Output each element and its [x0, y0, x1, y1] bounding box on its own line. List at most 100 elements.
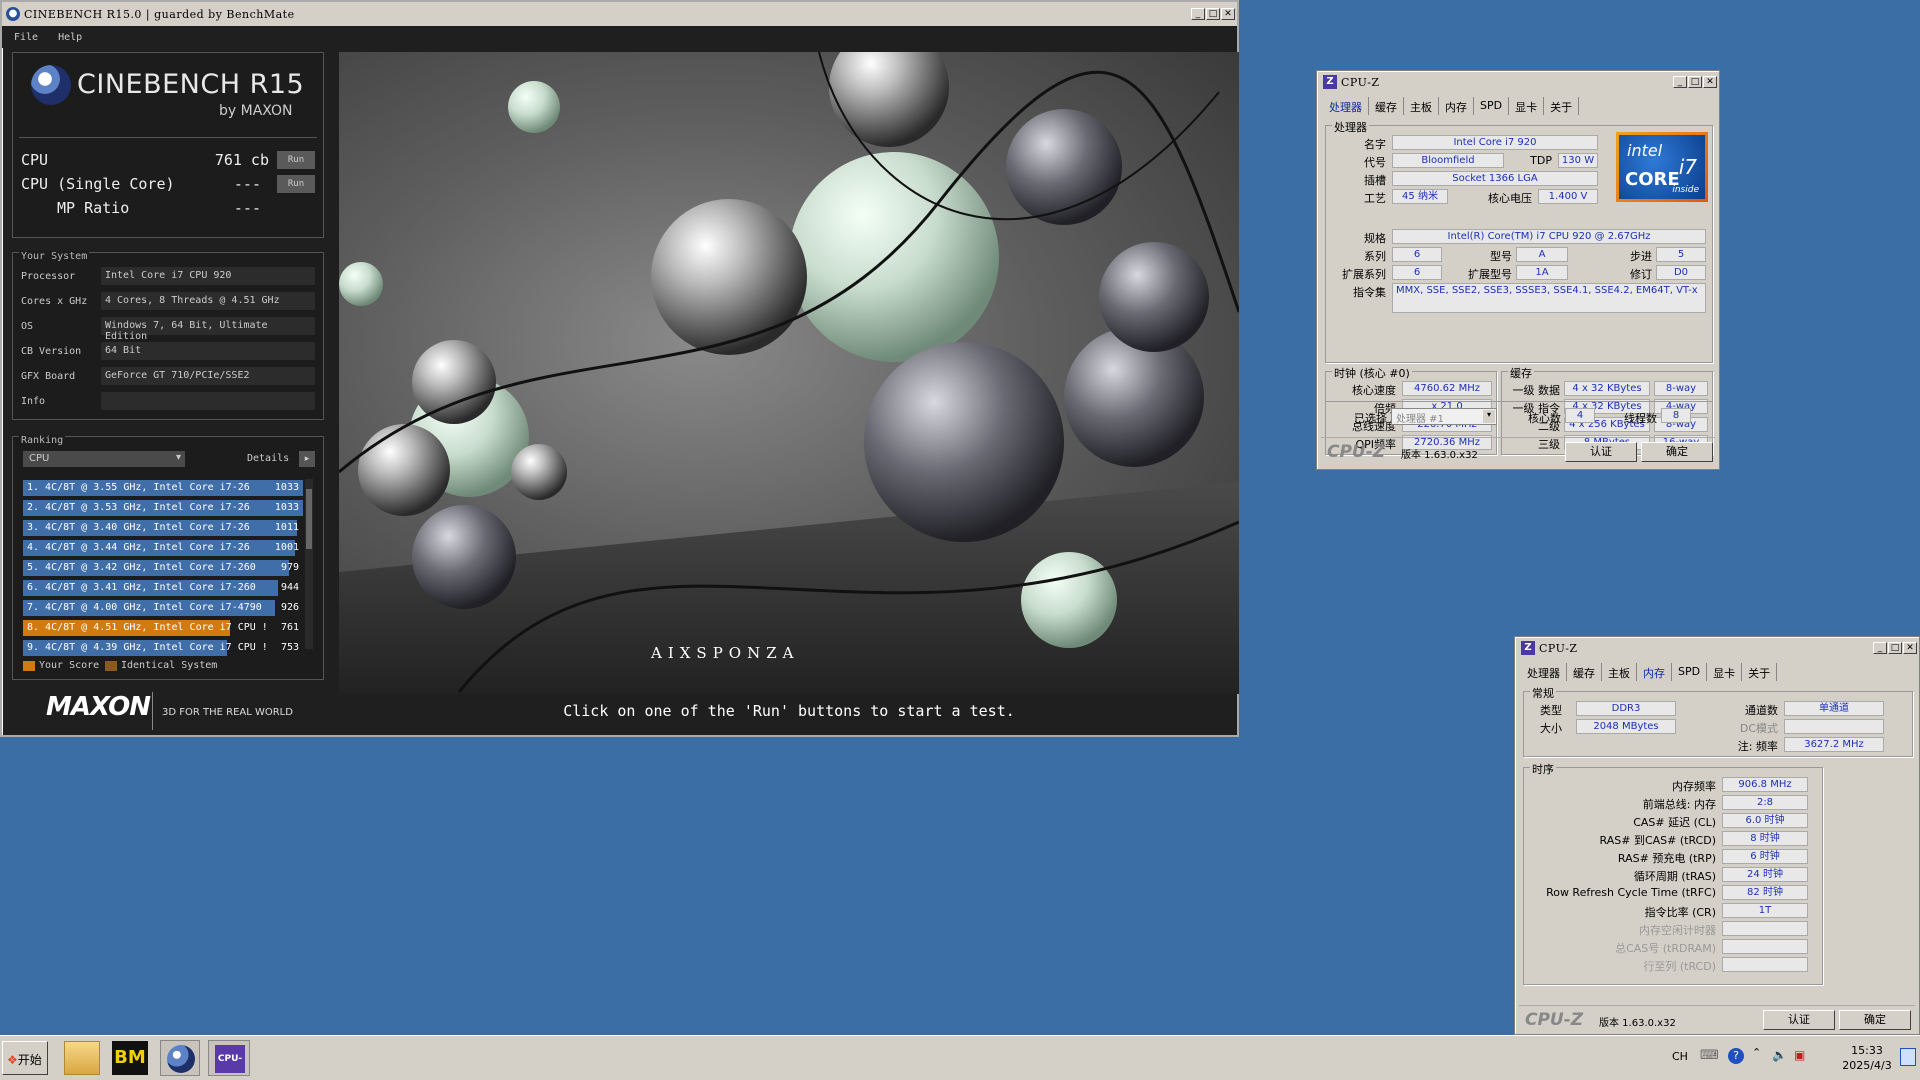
tab-graphics[interactable]: 显卡: [1707, 663, 1743, 681]
tab-about[interactable]: 关于: [1742, 663, 1778, 681]
render-image: [339, 52, 1239, 694]
tab-cache[interactable]: 缓存: [1369, 97, 1404, 115]
single-core-label: CPU (Single Core): [21, 175, 175, 193]
network-icon[interactable]: ▣: [1794, 1048, 1805, 1062]
timing-label: CAS# 延迟 (CL): [1633, 816, 1716, 829]
cpuz-memory-window: Z CPU-Z _ □ ✕ 处理器 缓存 主板 内存 SPD 显卡 关于 常规 …: [1514, 636, 1920, 1035]
ranking-score: 753: [280, 642, 299, 653]
mp-ratio-row: MP Ratio ---: [21, 199, 315, 219]
close-button[interactable]: ✕: [1221, 8, 1235, 20]
window-title: CINEBENCH R15.0 | guarded by BenchMate: [24, 7, 295, 21]
tab-processor[interactable]: 处理器: [1323, 97, 1369, 115]
ranking-row[interactable]: 7. 4C/8T @ 4.00 GHz, Intel Core i7-4790 9…: [23, 599, 303, 617]
tab-memory[interactable]: 内存: [1439, 97, 1474, 115]
minimize-button[interactable]: _: [1673, 76, 1687, 88]
cpu-run-button[interactable]: Run: [277, 151, 315, 169]
show-desktop-button[interactable]: [1900, 1048, 1916, 1066]
tab-processor[interactable]: 处理器: [1521, 663, 1567, 681]
ranking-score: 1011: [274, 522, 299, 533]
keyboard-icon[interactable]: ⌨: [1700, 1048, 1719, 1063]
tdp-label: TDP: [1530, 154, 1552, 167]
cpuz-logo: CPU-Z: [1525, 1010, 1584, 1030]
ranking-score: 761: [280, 622, 299, 633]
ranking-dropdown-value: CPU: [29, 453, 50, 464]
validate-button[interactable]: 认证: [1763, 1010, 1835, 1030]
tdp-value: 130 W: [1558, 153, 1598, 168]
channels-value: 单通道: [1784, 701, 1884, 716]
cpuz-taskbar-button[interactable]: CPU-Z: [208, 1040, 250, 1076]
ranking-label: 2. 4C/8T @ 3.53 GHz, Intel Core i7-26: [27, 502, 250, 513]
minimize-button[interactable]: _: [1873, 642, 1887, 654]
menu-help[interactable]: Help: [58, 32, 82, 43]
tab-about[interactable]: 关于: [1544, 97, 1580, 115]
ok-button[interactable]: 确定: [1839, 1010, 1911, 1030]
timing-label: RAS# 预充电 (tRP): [1617, 852, 1716, 865]
ranking-scrollbar[interactable]: [305, 479, 313, 649]
single-core-run-button[interactable]: Run: [277, 175, 315, 193]
cinebench-taskbar-button[interactable]: [160, 1040, 200, 1076]
processor-select[interactable]: 处理器 #1 ▾: [1391, 408, 1497, 425]
minimize-button[interactable]: _: [1191, 8, 1205, 20]
system-value: Intel Core i7 CPU 920: [101, 267, 315, 285]
validate-button[interactable]: 认证: [1565, 442, 1637, 462]
ranking-row[interactable]: 5. 4C/8T @ 3.42 GHz, Intel Core i7-260 97…: [23, 559, 303, 577]
ext-model-value: 1A: [1516, 265, 1568, 280]
ranking-row[interactable]: 1. 4C/8T @ 3.55 GHz, Intel Core i7-26 103…: [23, 479, 303, 497]
maximize-button[interactable]: □: [1688, 76, 1702, 88]
start-button[interactable]: ❖开始: [2, 1041, 48, 1075]
ranking-row[interactable]: 2. 4C/8T @ 3.53 GHz, Intel Core i7-26 103…: [23, 499, 303, 517]
tab-mainboard[interactable]: 主板: [1602, 663, 1637, 681]
info-field[interactable]: [101, 392, 315, 410]
ext-model-label: 扩展型号: [1468, 268, 1512, 281]
ranking-row[interactable]: 6. 4C/8T @ 3.41 GHz, Intel Core i7-260 94…: [23, 579, 303, 597]
ranking-dropdown[interactable]: CPU ▾: [23, 451, 185, 467]
tab-graphics[interactable]: 显卡: [1509, 97, 1545, 115]
cinebench-titlebar[interactable]: ● CINEBENCH R15.0 | guarded by BenchMate…: [2, 2, 1237, 26]
window-title: CPU-Z: [1539, 641, 1578, 655]
size-value: 2048 MBytes: [1576, 719, 1676, 734]
ok-button[interactable]: 确定: [1641, 442, 1713, 462]
explorer-taskbar-icon[interactable]: [64, 1041, 100, 1075]
cpuz-titlebar[interactable]: Z CPU-Z _ □ ✕: [1319, 73, 1717, 91]
name-value: Intel Core i7 920: [1392, 135, 1598, 150]
timings-group: 时序 内存频率 906.8 MHz 前端总线: 内存 2:8 CAS# 延迟 (CL) 6…: [1523, 761, 1823, 985]
tab-mainboard[interactable]: 主板: [1404, 97, 1439, 115]
cpuz-icon: CPU-Z: [215, 1045, 245, 1073]
menu-file[interactable]: File: [14, 32, 38, 43]
scrollbar-thumb[interactable]: [306, 489, 312, 549]
close-button[interactable]: ✕: [1903, 642, 1917, 654]
model-value: A: [1516, 247, 1568, 262]
close-button[interactable]: ✕: [1703, 76, 1717, 88]
clock-date[interactable]: 2025/4/3: [1836, 1059, 1898, 1072]
system-key: CB Version: [21, 346, 82, 357]
input-language-indicator[interactable]: CH: [1672, 1050, 1688, 1063]
timing-value: 82 时钟: [1722, 885, 1808, 900]
ranking-row[interactable]: 8. 4C/8T @ 4.51 GHz, Intel Core i7 CPU !…: [23, 619, 303, 637]
menu-bar: File Help: [2, 26, 1237, 48]
benchmate-taskbar-icon[interactable]: BM: [112, 1041, 148, 1075]
help-icon[interactable]: ?: [1728, 1048, 1744, 1064]
version-text: 版本 1.63.0.x32: [1599, 1018, 1676, 1029]
tab-spd[interactable]: SPD: [1672, 663, 1708, 681]
speaker-icon[interactable]: 🔈: [1772, 1048, 1787, 1062]
tray-expand-icon[interactable]: ⌃: [1752, 1046, 1761, 1059]
maximize-button[interactable]: □: [1206, 8, 1220, 20]
cpuz-app-icon: Z: [1521, 641, 1535, 655]
tab-spd[interactable]: SPD: [1474, 97, 1510, 115]
core-speed-value: 4760.62 MHz: [1402, 381, 1492, 396]
ranking-row[interactable]: 9. 4C/8T @ 4.39 GHz, Intel Core i7 CPU !…: [23, 639, 303, 657]
cpuz-titlebar[interactable]: Z CPU-Z _ □ ✕: [1517, 639, 1917, 657]
timing-value: 2:8: [1722, 795, 1808, 810]
ranking-row[interactable]: 3. 4C/8T @ 3.40 GHz, Intel Core i7-26 101…: [23, 519, 303, 537]
tab-cache[interactable]: 缓存: [1567, 663, 1602, 681]
tab-memory[interactable]: 内存: [1637, 663, 1672, 681]
details-label[interactable]: Details: [247, 453, 289, 464]
ranking-label: 7. 4C/8T @ 4.00 GHz, Intel Core i7-4790: [27, 602, 262, 613]
render-viewport: AIXSPONZA: [339, 52, 1239, 694]
maximize-button[interactable]: □: [1888, 642, 1902, 654]
timing-label: 总CAS号 (tRDRAM): [1615, 942, 1716, 955]
chevron-down-icon: ▾: [175, 452, 181, 463]
clock-time[interactable]: 15:33: [1842, 1044, 1892, 1057]
ranking-row[interactable]: 4. 4C/8T @ 3.44 GHz, Intel Core i7-26 100…: [23, 539, 303, 557]
details-arrow-icon[interactable]: ▸: [299, 451, 315, 467]
